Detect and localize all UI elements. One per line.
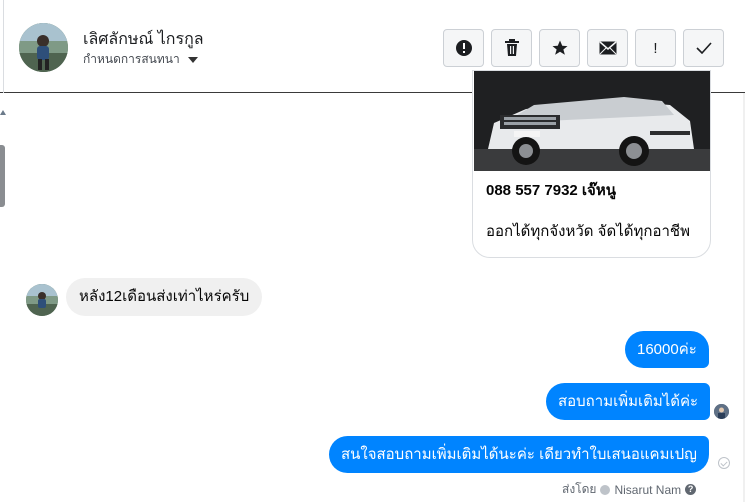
avatar-photo-icon [714, 404, 729, 419]
outgoing-message[interactable]: 16000ค่ะ [625, 331, 709, 368]
sender-avatar[interactable] [26, 284, 58, 316]
contact-name[interactable]: เลิศลักษณ์ ไกรกูล [83, 27, 204, 52]
envelope-icon [599, 41, 616, 55]
exclamation-icon: ! [653, 39, 658, 57]
scrollbar[interactable] [0, 93, 6, 502]
avatar-photo-icon [26, 284, 58, 316]
alert-circle-icon [455, 40, 472, 56]
mark-unread-button[interactable] [587, 29, 628, 67]
scroll-up-icon[interactable] [0, 110, 6, 115]
read-receipt-avatar [714, 404, 729, 419]
chevron-down-icon [187, 56, 198, 63]
important-button[interactable]: ! [635, 29, 676, 67]
avatar-photo-icon [19, 23, 68, 72]
left-divider [3, 0, 4, 93]
star-button[interactable] [539, 29, 580, 67]
help-icon[interactable]: ? [685, 484, 697, 495]
schedule-label: กำหนดการสนทนา [83, 52, 180, 66]
trash-icon [504, 39, 519, 56]
incoming-message[interactable]: หลัง12เดือนส่งเท่าไหร่ครับ [66, 278, 263, 316]
outgoing-message[interactable]: สนใจสอบถามเพิ่มเติมได้นะค่ะ เดียวทำใบเสน… [329, 436, 709, 473]
ad-card[interactable]: 088 557 7932 เจ๊หนู ออกได้ทุกจังหวัด จัด… [472, 70, 711, 258]
scrollbar-thumb[interactable] [0, 145, 5, 207]
sent-by-info: ส่งโดย Nisarut Nam ? [562, 480, 697, 499]
mark-spam-button[interactable] [443, 29, 484, 67]
ad-card-description: ออกได้ทุกจังหวัด จัดได้ทุกอาชีพ [486, 223, 690, 240]
ad-card-title: 088 557 7932 เจ๊หนู [486, 182, 616, 199]
mark-done-button[interactable] [683, 29, 724, 67]
delete-button[interactable] [491, 29, 532, 67]
verified-icon [600, 484, 611, 495]
car-photo-icon [474, 71, 710, 171]
check-icon [695, 42, 712, 54]
sent-by-label: ส่งโดย [562, 482, 597, 496]
conversation-schedule-dropdown[interactable]: กำหนดการสนทนา [83, 50, 198, 69]
sender-name[interactable]: Nisarut Nam [614, 483, 681, 497]
contact-avatar[interactable] [19, 23, 68, 72]
outgoing-message[interactable]: สอบถามเพิ่มเติมได้ค่ะ [546, 383, 711, 420]
car-image [474, 71, 710, 171]
star-icon [552, 40, 567, 55]
delivered-check-icon [718, 457, 730, 469]
